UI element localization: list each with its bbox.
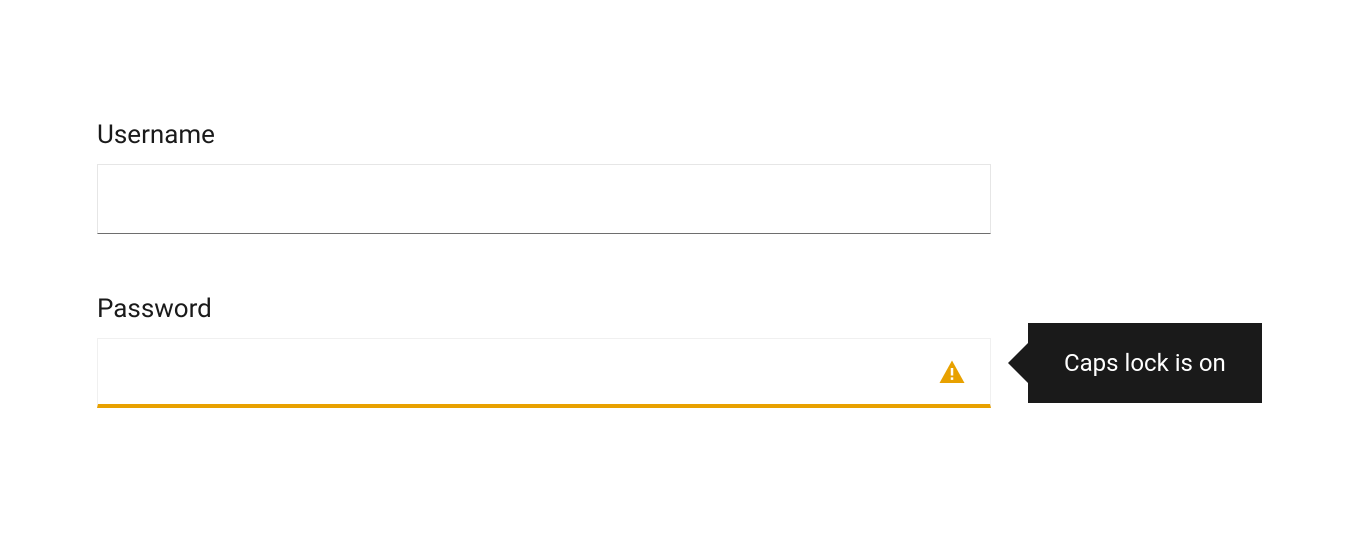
login-form: Username Password bbox=[97, 120, 991, 468]
password-label: Password bbox=[97, 294, 991, 324]
caps-lock-tooltip: Caps lock is on bbox=[1028, 323, 1262, 403]
warning-triangle-icon bbox=[937, 358, 967, 388]
tooltip-text: Caps lock is on bbox=[1064, 349, 1226, 377]
password-input[interactable] bbox=[97, 338, 991, 408]
username-input-wrapper bbox=[97, 164, 991, 234]
username-input[interactable] bbox=[97, 164, 991, 234]
username-label: Username bbox=[97, 120, 991, 150]
password-input-wrapper bbox=[97, 338, 991, 408]
password-field-group: Password bbox=[97, 294, 991, 408]
username-field-group: Username bbox=[97, 120, 991, 234]
